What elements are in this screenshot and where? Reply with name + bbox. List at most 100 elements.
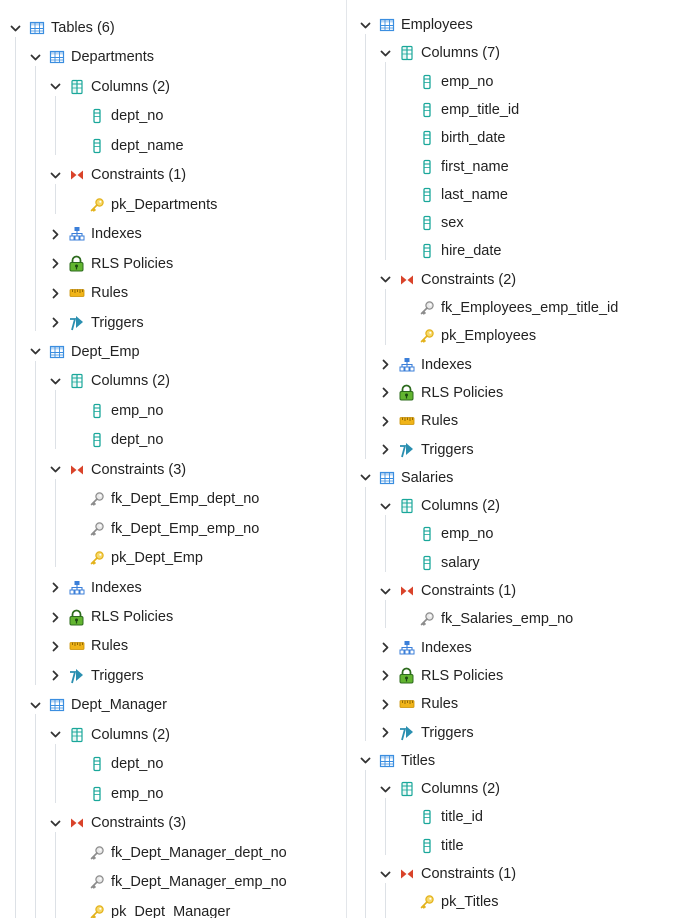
tree-node-column[interactable]: dept_name xyxy=(68,137,184,155)
chevron-down-icon[interactable] xyxy=(48,816,62,830)
tree-node-rls[interactable]: RLS Policies xyxy=(378,667,503,685)
tree-node-pk[interactable]: pk_Employees xyxy=(398,327,536,345)
chevron-right-icon[interactable] xyxy=(378,641,392,655)
chevron-down-icon[interactable] xyxy=(378,273,392,287)
chevron-right-icon[interactable] xyxy=(48,669,62,683)
chevron-down-icon[interactable] xyxy=(28,345,42,359)
tree-node-columns[interactable]: Columns (2) xyxy=(48,726,170,744)
chevron-down-icon[interactable] xyxy=(378,867,392,881)
chevron-down-icon[interactable] xyxy=(48,463,62,477)
chevron-right-icon[interactable] xyxy=(378,697,392,711)
chevron-down-icon[interactable] xyxy=(48,374,62,388)
chevron-down-icon[interactable] xyxy=(358,471,372,485)
chevron-right-icon[interactable] xyxy=(378,726,392,740)
tree-node-rules[interactable]: Rules xyxy=(378,412,458,430)
tree-node-triggers[interactable]: Triggers xyxy=(48,667,144,685)
tree-node-column[interactable]: sex xyxy=(398,214,464,232)
tree-node-column[interactable]: emp_no xyxy=(398,525,493,543)
chevron-right-icon[interactable] xyxy=(378,414,392,428)
chevron-down-icon[interactable] xyxy=(358,18,372,32)
chevron-right-icon[interactable] xyxy=(48,316,62,330)
tree-node-indexes[interactable]: Indexes xyxy=(48,225,142,243)
tree-node-column[interactable]: emp_no xyxy=(68,402,163,420)
tree-node-column[interactable]: last_name xyxy=(398,186,508,204)
tree-node-column[interactable]: first_name xyxy=(398,158,509,176)
tree-node-label: Columns (2) xyxy=(91,373,170,390)
tree-node-pk[interactable]: pk_Dept_Emp xyxy=(68,549,203,567)
tree-node-table[interactable]: Tables (6) xyxy=(8,19,115,37)
tree-node-columns[interactable]: Columns (2) xyxy=(48,78,170,96)
tree-node-table[interactable]: Dept_Manager xyxy=(28,696,167,714)
tree-node-table[interactable]: Departments xyxy=(28,48,154,66)
tree-node-indexes[interactable]: Indexes xyxy=(378,356,472,374)
tree-node-indexes[interactable]: Indexes xyxy=(378,639,472,657)
tree-node-fk[interactable]: fk_Employees_emp_title_id xyxy=(398,299,618,317)
tree-node-constraints[interactable]: Constraints (1) xyxy=(378,865,516,883)
chevron-right-icon[interactable] xyxy=(48,581,62,595)
chevron-down-icon[interactable] xyxy=(8,21,22,35)
chevron-down-icon[interactable] xyxy=(48,168,62,182)
foreign-key-icon xyxy=(88,874,105,891)
chevron-down-icon[interactable] xyxy=(378,46,392,60)
tree-node-columns[interactable]: Columns (2) xyxy=(378,497,500,515)
chevron-right-icon[interactable] xyxy=(378,386,392,400)
chevron-right-icon[interactable] xyxy=(48,610,62,624)
tree-node-fk[interactable]: fk_Dept_Emp_dept_no xyxy=(68,490,259,508)
chevron-right-icon[interactable] xyxy=(378,669,392,683)
tree-node-column[interactable]: birth_date xyxy=(398,129,506,147)
chevron-down-icon[interactable] xyxy=(378,782,392,796)
tree-node-rules[interactable]: Rules xyxy=(48,284,128,302)
tree-node-pk[interactable]: pk_Departments xyxy=(68,196,217,214)
chevron-right-icon[interactable] xyxy=(48,286,62,300)
chevron-right-icon[interactable] xyxy=(378,358,392,372)
chevron-right-icon[interactable] xyxy=(378,443,392,457)
tree-node-rls[interactable]: RLS Policies xyxy=(48,255,173,273)
tree-node-column[interactable]: emp_title_id xyxy=(398,101,519,119)
tree-node-column[interactable]: emp_no xyxy=(68,785,163,803)
chevron-right-icon[interactable] xyxy=(48,257,62,271)
tree-node-pk[interactable]: pk_Dept_Manager xyxy=(68,903,230,918)
tree-node-constraints[interactable]: Constraints (2) xyxy=(378,271,516,289)
tree-node-column[interactable]: salary xyxy=(398,554,480,572)
tree-node-rls[interactable]: RLS Policies xyxy=(48,608,173,626)
tree-node-indexes[interactable]: Indexes xyxy=(48,579,142,597)
chevron-right-icon[interactable] xyxy=(48,639,62,653)
tree-node-pk[interactable]: pk_Titles xyxy=(398,893,498,911)
tree-node-column[interactable]: dept_no xyxy=(68,755,163,773)
tree-node-table[interactable]: Employees xyxy=(358,16,473,34)
tree-node-column[interactable]: title_id xyxy=(398,808,483,826)
tree-node-constraints[interactable]: Constraints (3) xyxy=(48,461,186,479)
tree-node-columns[interactable]: Columns (2) xyxy=(378,780,500,798)
tree-node-columns[interactable]: Columns (7) xyxy=(378,44,500,62)
tree-node-column[interactable]: hire_date xyxy=(398,242,501,260)
tree-node-constraints[interactable]: Constraints (1) xyxy=(48,166,186,184)
tree-node-triggers[interactable]: Triggers xyxy=(378,441,474,459)
tree-node-column[interactable]: emp_no xyxy=(398,73,493,91)
tree-node-fk[interactable]: fk_Dept_Emp_emp_no xyxy=(68,520,259,538)
tree-node-constraints[interactable]: Constraints (1) xyxy=(378,582,516,600)
tree-node-column[interactable]: dept_no xyxy=(68,431,163,449)
chevron-right-icon[interactable] xyxy=(48,227,62,241)
tree-node-columns[interactable]: Columns (2) xyxy=(48,372,170,390)
tree-node-fk[interactable]: fk_Dept_Manager_emp_no xyxy=(68,873,287,891)
tree-node-column[interactable]: dept_no xyxy=(68,107,163,125)
chevron-down-icon[interactable] xyxy=(48,80,62,94)
tree-node-fk[interactable]: fk_Dept_Manager_dept_no xyxy=(68,844,287,862)
chevron-down-icon[interactable] xyxy=(378,584,392,598)
chevron-down-icon[interactable] xyxy=(378,499,392,513)
tree-node-triggers[interactable]: Triggers xyxy=(378,724,474,742)
tree-node-table[interactable]: Salaries xyxy=(358,469,453,487)
tree-node-table[interactable]: Dept_Emp xyxy=(28,343,140,361)
tree-node-table[interactable]: Titles xyxy=(358,752,435,770)
tree-node-rules[interactable]: Rules xyxy=(48,637,128,655)
chevron-down-icon[interactable] xyxy=(48,728,62,742)
chevron-down-icon[interactable] xyxy=(358,754,372,768)
tree-node-triggers[interactable]: Triggers xyxy=(48,314,144,332)
tree-node-rules[interactable]: Rules xyxy=(378,695,458,713)
tree-node-column[interactable]: title xyxy=(398,837,464,855)
chevron-down-icon[interactable] xyxy=(28,698,42,712)
chevron-down-icon[interactable] xyxy=(28,50,42,64)
tree-node-fk[interactable]: fk_Salaries_emp_no xyxy=(398,610,573,628)
tree-node-constraints[interactable]: Constraints (3) xyxy=(48,814,186,832)
tree-node-rls[interactable]: RLS Policies xyxy=(378,384,503,402)
